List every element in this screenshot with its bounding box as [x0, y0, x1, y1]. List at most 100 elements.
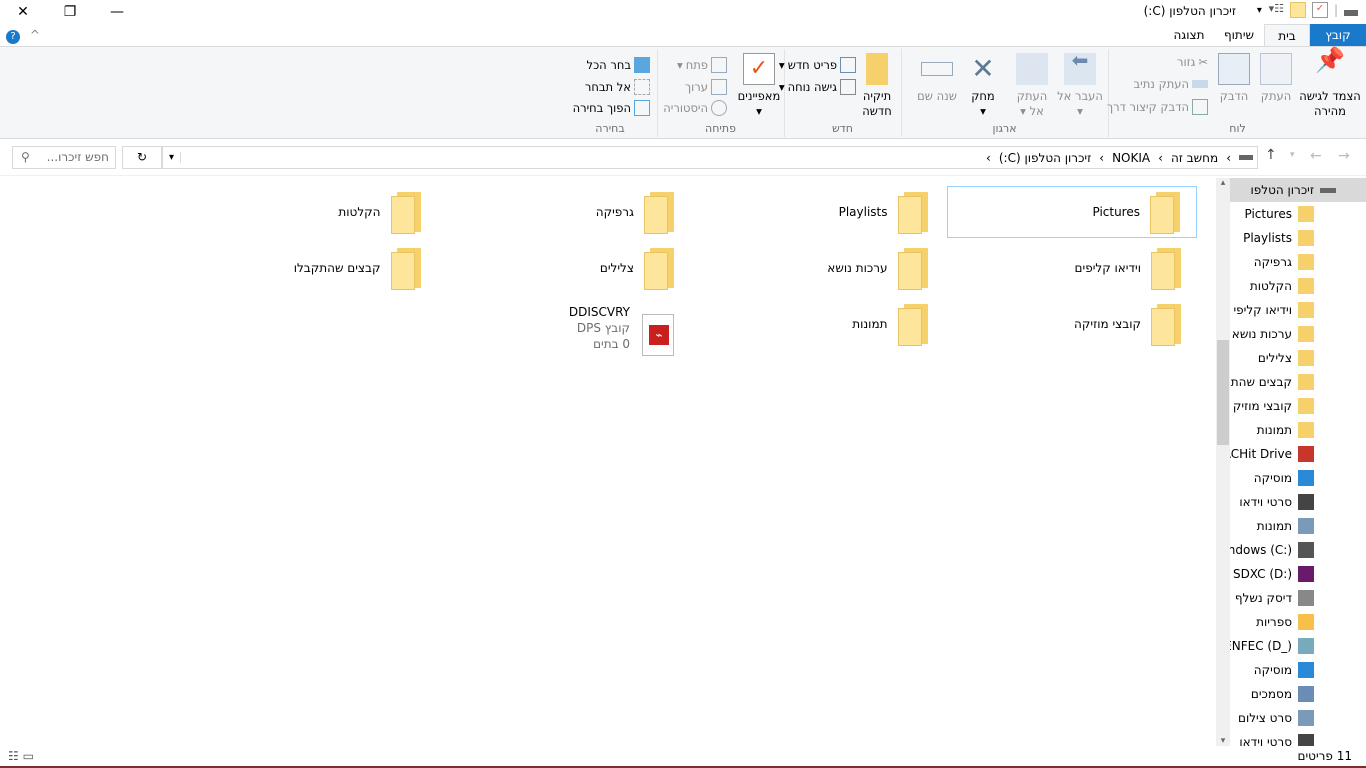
tab-home[interactable]: בית	[1264, 24, 1310, 47]
maximize-button[interactable]: ❐	[47, 0, 93, 24]
paste-button[interactable]: הדבק	[1214, 53, 1254, 104]
nav-item[interactable]: מוסיקה	[1230, 658, 1366, 682]
copy-to-button[interactable]: העתק אל ▾	[1009, 53, 1055, 119]
status-bar: 11 פריטים ▭ ☷	[0, 746, 1366, 766]
file-item[interactable]: ⌁ DDISCVRY קובץ DPS 0 בתים	[440, 304, 690, 356]
folder-item[interactable]: צלילים	[440, 242, 690, 294]
nav-item[interactable]: REACHit Drive	[1230, 442, 1366, 466]
new-folder-icon[interactable]	[1289, 2, 1306, 18]
edit-button[interactable]: ערוך	[685, 79, 727, 95]
folder-icon	[1298, 350, 1314, 366]
address-bar[interactable]: › מחשב זה › NOKIA › זיכרון הטלפון (C:) ›…	[162, 146, 1258, 169]
nav-item[interactable]: סרטי וידאו	[1230, 490, 1366, 514]
customize-icon[interactable]: ☷▾	[1268, 2, 1284, 18]
forward-button[interactable]: ←	[1310, 148, 1322, 164]
folder-icon	[897, 192, 928, 234]
tab-share[interactable]: שיתוף	[1214, 24, 1264, 47]
breadcrumb-this-pc[interactable]: מחשב זה	[1171, 151, 1218, 165]
nav-item[interactable]: Pictures	[1230, 202, 1366, 226]
recent-locations-button[interactable]: ▾	[1290, 150, 1295, 160]
properties-icon[interactable]: ✓	[1311, 2, 1328, 18]
close-button[interactable]: ✕	[0, 0, 46, 24]
new-folder-icon	[866, 53, 888, 85]
nav-item[interactable]: מסמכים	[1230, 682, 1366, 706]
clipboard-group: 📌 הצמד לגישה מהירה העתק הדבק ✂ גזור העתק נ…	[1107, 48, 1366, 137]
folder-item[interactable]: Pictures	[947, 186, 1197, 238]
copy-button[interactable]: העתק	[1256, 53, 1296, 104]
nav-item[interactable]: ערכות נושא	[1230, 322, 1366, 346]
breadcrumb-phone-memory[interactable]: זיכרון הטלפון (C:)	[999, 151, 1091, 165]
help-icon[interactable]: ?	[6, 30, 21, 44]
new-group: תיקיה חדשה פריט חדש ▾ גישה נוחה ▾ חדש	[779, 49, 900, 137]
properties-button[interactable]: ✓ מאפיינים ▾	[737, 53, 781, 119]
open-button[interactable]: פתח ▾	[677, 57, 727, 73]
new-item-button[interactable]: פריט חדש ▾	[779, 57, 856, 73]
item-name: קבצים שהתקבלו	[293, 261, 381, 275]
nav-item[interactable]: תמונות	[1230, 418, 1366, 442]
up-button[interactable]: ↑	[1265, 147, 1277, 163]
item-name: וידיאו קליפים	[1074, 261, 1141, 275]
nav-item[interactable]: קובצי מוזיק	[1230, 394, 1366, 418]
delete-button[interactable]: ✕ מחק ▾	[961, 53, 1005, 119]
copy-path-icon	[1192, 80, 1208, 88]
folder-icon	[1150, 192, 1180, 234]
folder-item[interactable]: הקלטות	[187, 186, 437, 238]
select-none-button[interactable]: אל תבחר	[585, 79, 650, 95]
tab-view[interactable]: תצוגה	[1164, 24, 1214, 47]
nav-item[interactable]: תמונות	[1230, 514, 1366, 538]
nav-item[interactable]: גרפיקה	[1230, 250, 1366, 274]
folder-item[interactable]: קובצי מוזיקה	[947, 298, 1197, 350]
paste-shortcut-button[interactable]: הדבק קיצור דרך	[1107, 99, 1208, 115]
copy-path-button[interactable]: העתק נתיב	[1134, 77, 1208, 91]
nav-item[interactable]: מוסיקה	[1230, 466, 1366, 490]
nav-item[interactable]: CHENFEC (D_)	[1230, 634, 1366, 658]
nav-item[interactable]: Windows (C:)	[1230, 538, 1366, 562]
qat-dropdown-icon[interactable]: ▾	[1257, 5, 1262, 16]
cut-button[interactable]: ✂ גזור	[1177, 55, 1208, 69]
nav-item[interactable]: דיסק נשלף (E:	[1230, 586, 1366, 610]
folder-item[interactable]: גרפיקה	[440, 186, 690, 238]
nav-item[interactable]: ספריות	[1230, 610, 1366, 634]
folder-item[interactable]: תמונות	[694, 298, 944, 350]
history-button[interactable]: היסטוריה	[663, 100, 727, 116]
refresh-button[interactable]: ↻	[122, 146, 162, 169]
move-to-button[interactable]: ⬅ העבר אל ▾	[1057, 50, 1103, 119]
nav-scrollbar-thumb[interactable]	[1217, 340, 1229, 445]
nav-item[interactable]: SDXC (D:)	[1230, 562, 1366, 586]
pin-quick-access-button[interactable]: 📌 הצמד לגישה מהירה	[1298, 48, 1362, 119]
minimize-button[interactable]: —	[94, 0, 140, 24]
invert-selection-button[interactable]: הפוך בחירה	[573, 100, 650, 116]
folder-item[interactable]: קבצים שהתקבלו	[187, 242, 437, 294]
tab-file[interactable]: קובץ	[1310, 24, 1366, 47]
nav-item[interactable]: צלילים	[1230, 346, 1366, 370]
folder-item[interactable]: וידיאו קליפים	[947, 242, 1197, 294]
nav-item[interactable]: וידיאו קליפי	[1230, 298, 1366, 322]
nav-item[interactable]: זיכרון הטלפו	[1230, 178, 1366, 202]
breadcrumb-nokia[interactable]: NOKIA	[1112, 151, 1150, 165]
nav-item[interactable]: סרטי וידאו	[1230, 730, 1366, 746]
select-all-button[interactable]: בחר הכל	[587, 57, 650, 73]
folder-item[interactable]: Playlists	[694, 186, 944, 238]
back-button[interactable]: →	[1338, 148, 1350, 164]
folder-icon	[897, 304, 928, 346]
new-folder-button[interactable]: תיקיה חדשה	[858, 53, 896, 119]
nav-item[interactable]: הקלטות	[1230, 274, 1366, 298]
nav-scrollbar[interactable]: ▴ ▾	[1216, 178, 1230, 746]
drive-icon	[1344, 10, 1358, 16]
easy-access-button[interactable]: גישה נוחה ▾	[779, 79, 856, 95]
large-icons-view-icon[interactable]: ☷	[8, 749, 19, 763]
address-dropdown-icon[interactable]: ▾	[163, 152, 182, 163]
nav-item[interactable]: סרט צילום	[1230, 706, 1366, 730]
nav-item[interactable]: קבצים שהת	[1230, 370, 1366, 394]
nav-item[interactable]: Playlists	[1230, 226, 1366, 250]
nav-item-label: קובצי מוזיק	[1232, 399, 1292, 413]
search-input[interactable]: חפש זיכרו... ⚲	[12, 146, 116, 169]
select-none-icon	[634, 79, 650, 95]
rename-button[interactable]: שנה שם	[915, 53, 959, 104]
folder-icon	[1298, 422, 1314, 438]
item-name: DDISCVRY	[568, 305, 630, 319]
collapse-ribbon-icon[interactable]: ^	[30, 28, 40, 42]
item-name: Playlists	[838, 205, 888, 219]
folder-item[interactable]: ערכות נושא	[694, 242, 944, 294]
details-view-icon[interactable]: ▭	[23, 749, 34, 763]
